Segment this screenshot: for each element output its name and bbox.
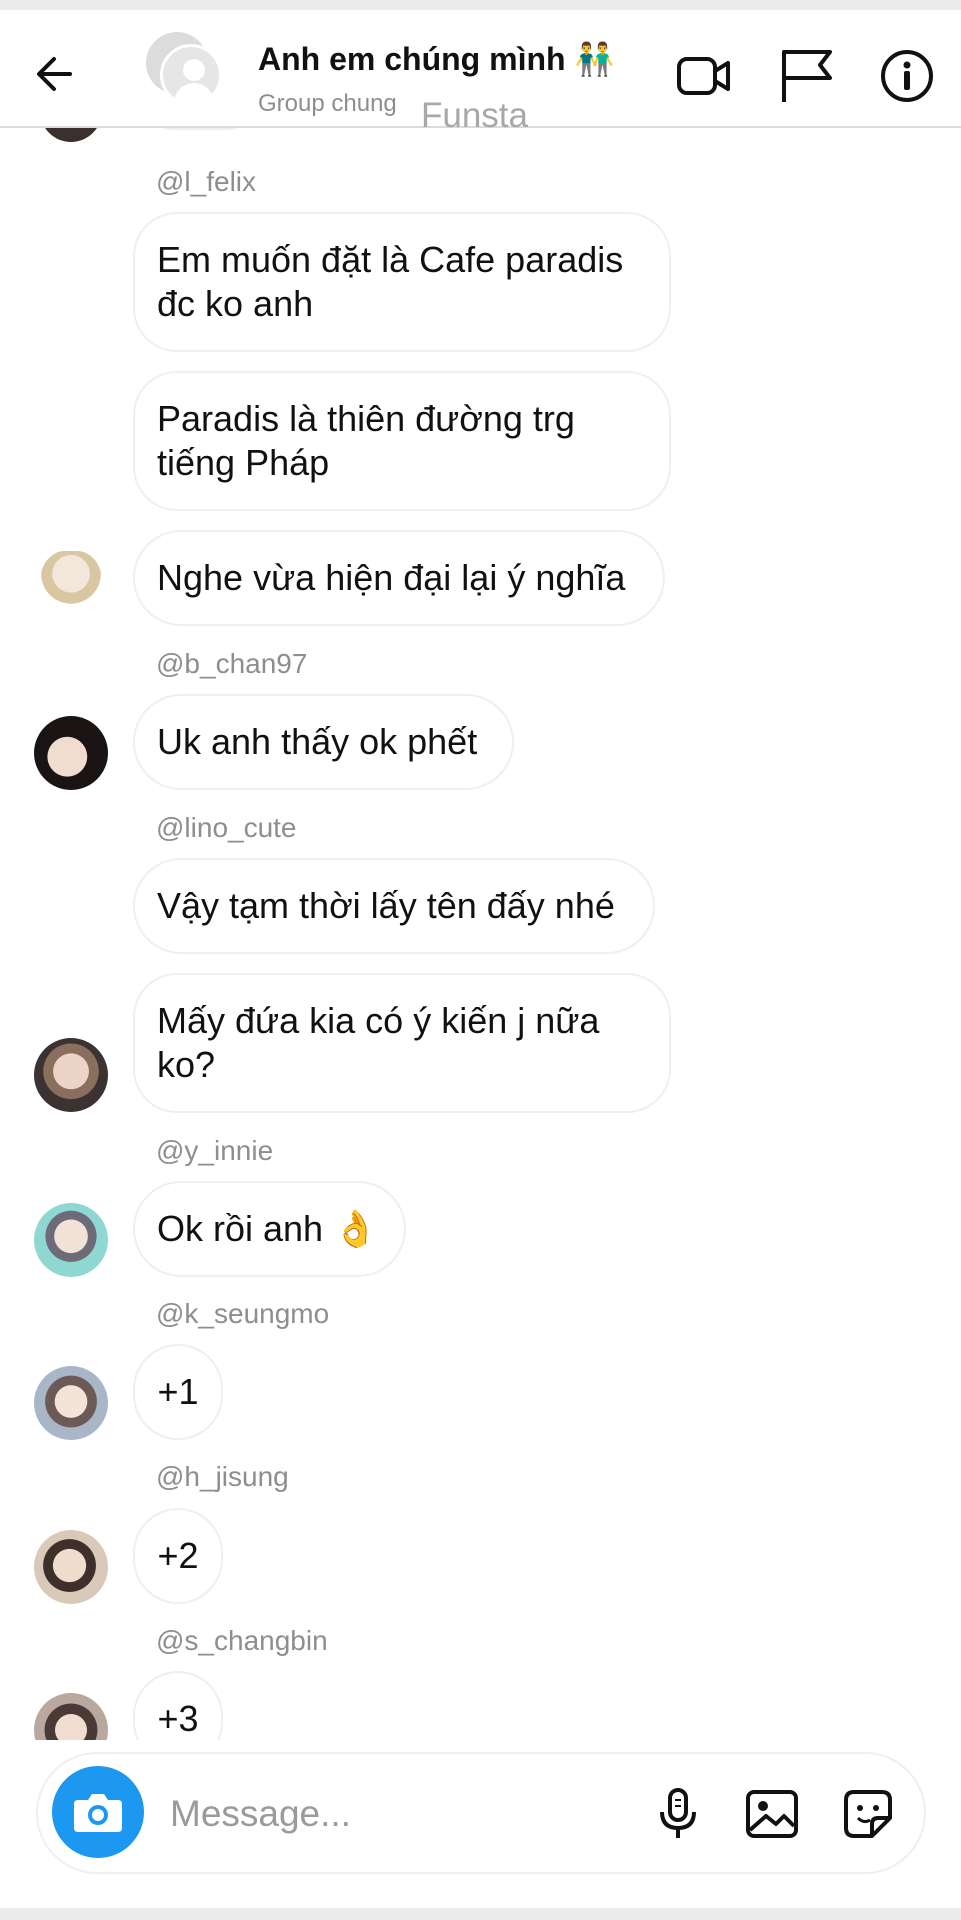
image-icon [746, 1790, 798, 1838]
sticker-button[interactable] [838, 1784, 898, 1844]
message-bubble[interactable]: +1 [133, 1344, 223, 1440]
message-text: Vậy tạm thời lấy tên đấy nhé [157, 885, 615, 926]
message-bubble[interactable] [150, 128, 250, 130]
group-avatar[interactable] [146, 32, 222, 106]
message-text: +1 [157, 1371, 199, 1412]
message-bubble[interactable]: Uk anh thấy ok phết [133, 694, 514, 790]
message-bubble[interactable]: +2 [133, 1508, 223, 1604]
report-button[interactable] [776, 46, 836, 106]
avatar[interactable] [34, 1203, 108, 1277]
avatar[interactable] [34, 1693, 108, 1740]
info-button[interactable] [877, 46, 937, 106]
sender-username: @s_changbin [156, 1625, 328, 1656]
chat-title[interactable]: Anh em chúng mình 👬 [258, 40, 614, 78]
message-bubble[interactable]: Nghe vừa hiện đại lại ý nghĩa [133, 530, 665, 626]
message-text: +3 [157, 1698, 199, 1739]
avatar[interactable] [34, 1530, 108, 1604]
back-button[interactable] [30, 46, 86, 102]
camera-button[interactable] [52, 1766, 144, 1858]
message-bubble[interactable]: Em muốn đặt là Cafe paradis đc ko anh [133, 212, 671, 352]
message-text: Nghe vừa hiện đại lại ý nghĩa [157, 557, 626, 598]
message-thread[interactable]: @l_felix Em muốn đặt là Cafe paradis đc … [0, 128, 961, 1740]
message-text: Uk anh thấy ok phết [157, 721, 478, 762]
video-camera-icon [677, 57, 730, 95]
message-bubble[interactable]: Vậy tạm thời lấy tên đấy nhé [133, 858, 655, 954]
message-text: Em muốn đặt là Cafe paradis đc ko anh [157, 239, 624, 324]
chat-screen: Anh em chúng mình 👬 Group chung Funsta @… [0, 10, 961, 1908]
info-icon [881, 50, 933, 102]
video-call-button[interactable] [674, 46, 734, 106]
sender-username: @y_innie [156, 1135, 274, 1166]
arrow-left-icon [37, 57, 72, 91]
sender-username: @h_jisung [156, 1461, 289, 1492]
sender-username: @k_seungmo [156, 1298, 330, 1329]
watermark: Funsta [421, 96, 528, 135]
flag-icon [782, 50, 832, 102]
message-bubble[interactable]: Paradis là thiên đường trg tiếng Pháp [133, 371, 671, 511]
sender-username: @l_felix [156, 166, 257, 197]
chat-subtitle: Group chung [258, 90, 397, 117]
avatar[interactable] [34, 716, 108, 790]
message-text: Paradis là thiên đường trg tiếng Pháp [157, 398, 575, 483]
avatar[interactable] [40, 551, 102, 627]
avatar[interactable] [40, 128, 102, 142]
sender-username: @lino_cute [156, 812, 297, 843]
message-bubble[interactable]: Ok rồi anh 👌 [133, 1181, 406, 1277]
chat-header: Anh em chúng mình 👬 Group chung Funsta [0, 10, 961, 135]
message-bubble[interactable]: +3 [133, 1671, 223, 1740]
message-text: +2 [157, 1535, 199, 1576]
avatar[interactable] [34, 1366, 108, 1440]
message-bubble[interactable]: Mấy đứa kia có ý kiến j nữa ko? [133, 973, 671, 1113]
voice-message-button[interactable] [648, 1784, 708, 1844]
camera-icon [74, 1794, 122, 1832]
avatar[interactable] [34, 1038, 108, 1112]
microphone-icon [660, 1788, 696, 1838]
message-text: Mấy đứa kia có ý kiến j nữa ko? [157, 1000, 600, 1085]
gallery-button[interactable] [742, 1784, 802, 1844]
sender-username: @b_chan97 [156, 648, 308, 679]
message-composer [36, 1752, 926, 1874]
sticker-icon [844, 1790, 892, 1838]
message-text: Ok rồi anh 👌 [157, 1208, 378, 1249]
message-input[interactable] [170, 1784, 610, 1844]
